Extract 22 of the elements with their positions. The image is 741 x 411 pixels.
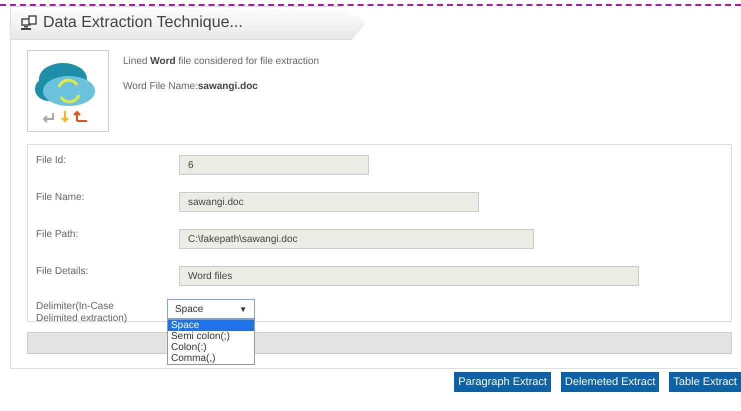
computer-icon [21, 15, 37, 31]
dropdown-option[interactable]: Space [168, 320, 254, 331]
dropdown-option[interactable]: Semi colon(;) [168, 331, 254, 342]
input-field[interactable]: Word files [179, 266, 639, 286]
extract-button[interactable]: Table Extract [669, 372, 741, 392]
extract-button[interactable]: Delemeted Extract [560, 372, 660, 392]
field-label: File Details: [36, 265, 90, 277]
input-field[interactable]: sawangi.doc [179, 192, 479, 212]
extract-button[interactable]: Paragraph Extract [454, 372, 551, 392]
dropdown-arrow-icon: ▼ [239, 304, 247, 314]
dropdown-option[interactable]: Comma(,) [168, 353, 254, 364]
field-label: File Id: [36, 154, 68, 166]
dropdown-option[interactable]: Colon(:) [168, 342, 254, 353]
delimiter-select[interactable]: Space ▼ [167, 299, 255, 319]
file-name-text: Word File Name:sawangi.doc [123, 81, 259, 92]
field-label: File Path: [36, 228, 80, 240]
input-field[interactable]: 6 [179, 155, 369, 175]
description-text: Lined Word file considered for file extraction [123, 56, 320, 67]
field-label: Delimiter(In-Case Delimited extraction) [36, 300, 128, 325]
field-label: File Name: [36, 191, 86, 203]
input-field[interactable]: C:\fakepath\sawangi.doc [179, 229, 534, 249]
page-title: Data Extraction Technique... [43, 14, 243, 32]
